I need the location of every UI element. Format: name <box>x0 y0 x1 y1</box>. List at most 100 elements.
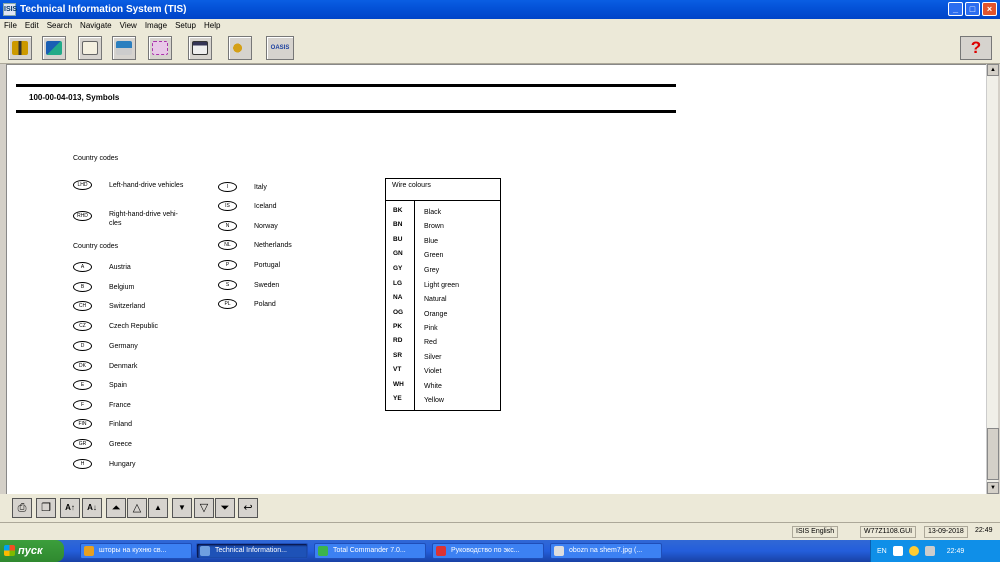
drive-code-label: Right-hand-drive vehi- <box>109 211 178 218</box>
menu-search[interactable]: Search <box>47 21 72 30</box>
total-commander-icon <box>318 546 328 556</box>
vertical-scrollbar[interactable]: ▲ ▼ <box>986 64 999 494</box>
chrome-icon <box>84 546 94 556</box>
code-oval: I <box>218 182 237 192</box>
key-button[interactable] <box>228 36 252 60</box>
page-up-button[interactable]: △ <box>127 498 147 518</box>
country-row: F France <box>73 400 131 410</box>
font-smaller-button[interactable]: A↓ <box>82 498 102 518</box>
menu-setup[interactable]: Setup <box>175 21 196 30</box>
country-name: Poland <box>254 300 276 308</box>
table-row: BN Brown <box>386 221 500 235</box>
exit-button[interactable] <box>8 36 32 60</box>
country-name: Sweden <box>254 281 280 289</box>
menu-navigate[interactable]: Navigate <box>80 21 112 30</box>
tools-button[interactable] <box>42 36 66 60</box>
display-button[interactable] <box>188 36 212 60</box>
status-time: 22:49 <box>975 527 993 534</box>
first-page-icon: ⏶ <box>111 502 121 514</box>
maximize-button[interactable]: □ <box>965 2 980 16</box>
country-name: Hungary <box>109 460 136 468</box>
drive-code-label-cont: cles <box>109 220 122 227</box>
minimize-button[interactable]: _ <box>948 2 963 16</box>
copy-button[interactable]: ❐ <box>36 498 56 518</box>
page-title: 100-00-04-013, Symbols <box>29 93 120 102</box>
menu-help[interactable]: Help <box>204 21 220 30</box>
wire-abbr: RD <box>393 337 403 344</box>
taskbar-item[interactable]: шторы на кухню св... <box>80 543 192 559</box>
diagram-icon <box>152 41 168 55</box>
back-button[interactable]: ↩ <box>238 498 258 518</box>
back-icon: ↩ <box>243 502 253 514</box>
country-row: I Italy <box>218 182 267 192</box>
table-row: RD Red <box>386 337 500 351</box>
wire-abbr: GY <box>393 265 403 272</box>
code-oval: F <box>73 400 92 410</box>
help-button[interactable]: ? <box>960 36 992 60</box>
taskbar-item-label: шторы на кухню св... <box>99 547 167 554</box>
code-oval: GR <box>73 439 92 449</box>
volume-tray-icon[interactable] <box>924 546 935 556</box>
start-button[interactable]: пуск <box>0 540 64 562</box>
page-down-icon: ▽ <box>199 502 209 514</box>
wire-abbr: PK <box>393 323 403 330</box>
country-name: Portugal <box>254 261 281 269</box>
language-indicator[interactable]: EN <box>877 548 887 555</box>
oasis-button[interactable]: OASIS <box>266 36 294 60</box>
taskbar-item[interactable]: obozn na shem7.jpg (... <box>550 543 662 559</box>
image-viewer-icon <box>554 546 564 556</box>
scroll-up-button[interactable]: ▲ <box>987 64 999 76</box>
taskbar-item-active[interactable]: Technical Information... <box>196 543 308 559</box>
country-name: Italy <box>254 183 267 191</box>
taskbar-item[interactable]: Total Commander 7.0... <box>314 543 426 559</box>
tis-icon <box>200 546 210 556</box>
line-up-button[interactable]: ▲ <box>148 498 168 518</box>
table-row: WH White <box>386 381 500 395</box>
document-icon <box>82 41 98 55</box>
line-down-button[interactable]: ▼ <box>172 498 192 518</box>
app-icon: ISIS <box>3 3 17 16</box>
scroll-thumb[interactable] <box>987 428 999 480</box>
title-rule-bottom <box>16 110 676 113</box>
document-view: 100-00-04-013, Symbols Country codes LHD… <box>6 64 986 494</box>
wire-abbr: GN <box>393 250 403 257</box>
diagram-button[interactable] <box>148 36 172 60</box>
print-page-button[interactable]: ⎙ <box>12 498 32 518</box>
country-name: Denmark <box>109 362 138 370</box>
scroll-down-button[interactable]: ▼ <box>987 482 999 494</box>
menu-file[interactable]: File <box>4 21 17 30</box>
wire-colour-name: White <box>424 383 442 390</box>
print-button[interactable] <box>112 36 136 60</box>
code-oval: RHD <box>73 211 92 221</box>
menu-edit[interactable]: Edit <box>25 21 39 30</box>
page-down-button[interactable]: ▽ <box>194 498 214 518</box>
menu-image[interactable]: Image <box>145 21 167 30</box>
taskbar-item-label: obozn na shem7.jpg (... <box>569 547 643 554</box>
wire-colour-name: Grey <box>424 267 440 274</box>
table-row: NA Natural <box>386 294 500 308</box>
country-name: Norway <box>254 222 278 230</box>
code-oval: P <box>218 260 237 270</box>
code-oval: D <box>73 341 92 351</box>
country-row: P Portugal <box>218 260 280 270</box>
font-larger-button[interactable]: A↑ <box>60 498 80 518</box>
country-row: D Germany <box>73 341 138 351</box>
country-name: Netherlands <box>254 241 292 249</box>
document-button[interactable] <box>78 36 102 60</box>
last-page-button[interactable]: ⏷ <box>215 498 235 518</box>
drive-code-label: Left-hand-drive vehicles <box>109 181 184 189</box>
help-tray-icon[interactable] <box>892 546 903 556</box>
oasis-icon: OASIS <box>270 45 290 51</box>
tray-clock: 22:49 <box>946 547 965 555</box>
table-row: GY Grey <box>386 265 500 279</box>
country-row: PL Poland <box>218 299 276 309</box>
taskbar-item[interactable]: Руководство по экс... <box>432 543 544 559</box>
close-button[interactable]: × <box>982 2 997 16</box>
country-row: GR Greece <box>73 439 132 449</box>
menu-view[interactable]: View <box>120 21 137 30</box>
code-oval: E <box>73 380 92 390</box>
network-tray-icon[interactable] <box>908 546 919 556</box>
drive-code-rhd: RHD Right-hand-drive vehi- cles <box>73 211 178 227</box>
wire-abbr: VT <box>393 366 402 373</box>
first-page-button[interactable]: ⏶ <box>106 498 126 518</box>
